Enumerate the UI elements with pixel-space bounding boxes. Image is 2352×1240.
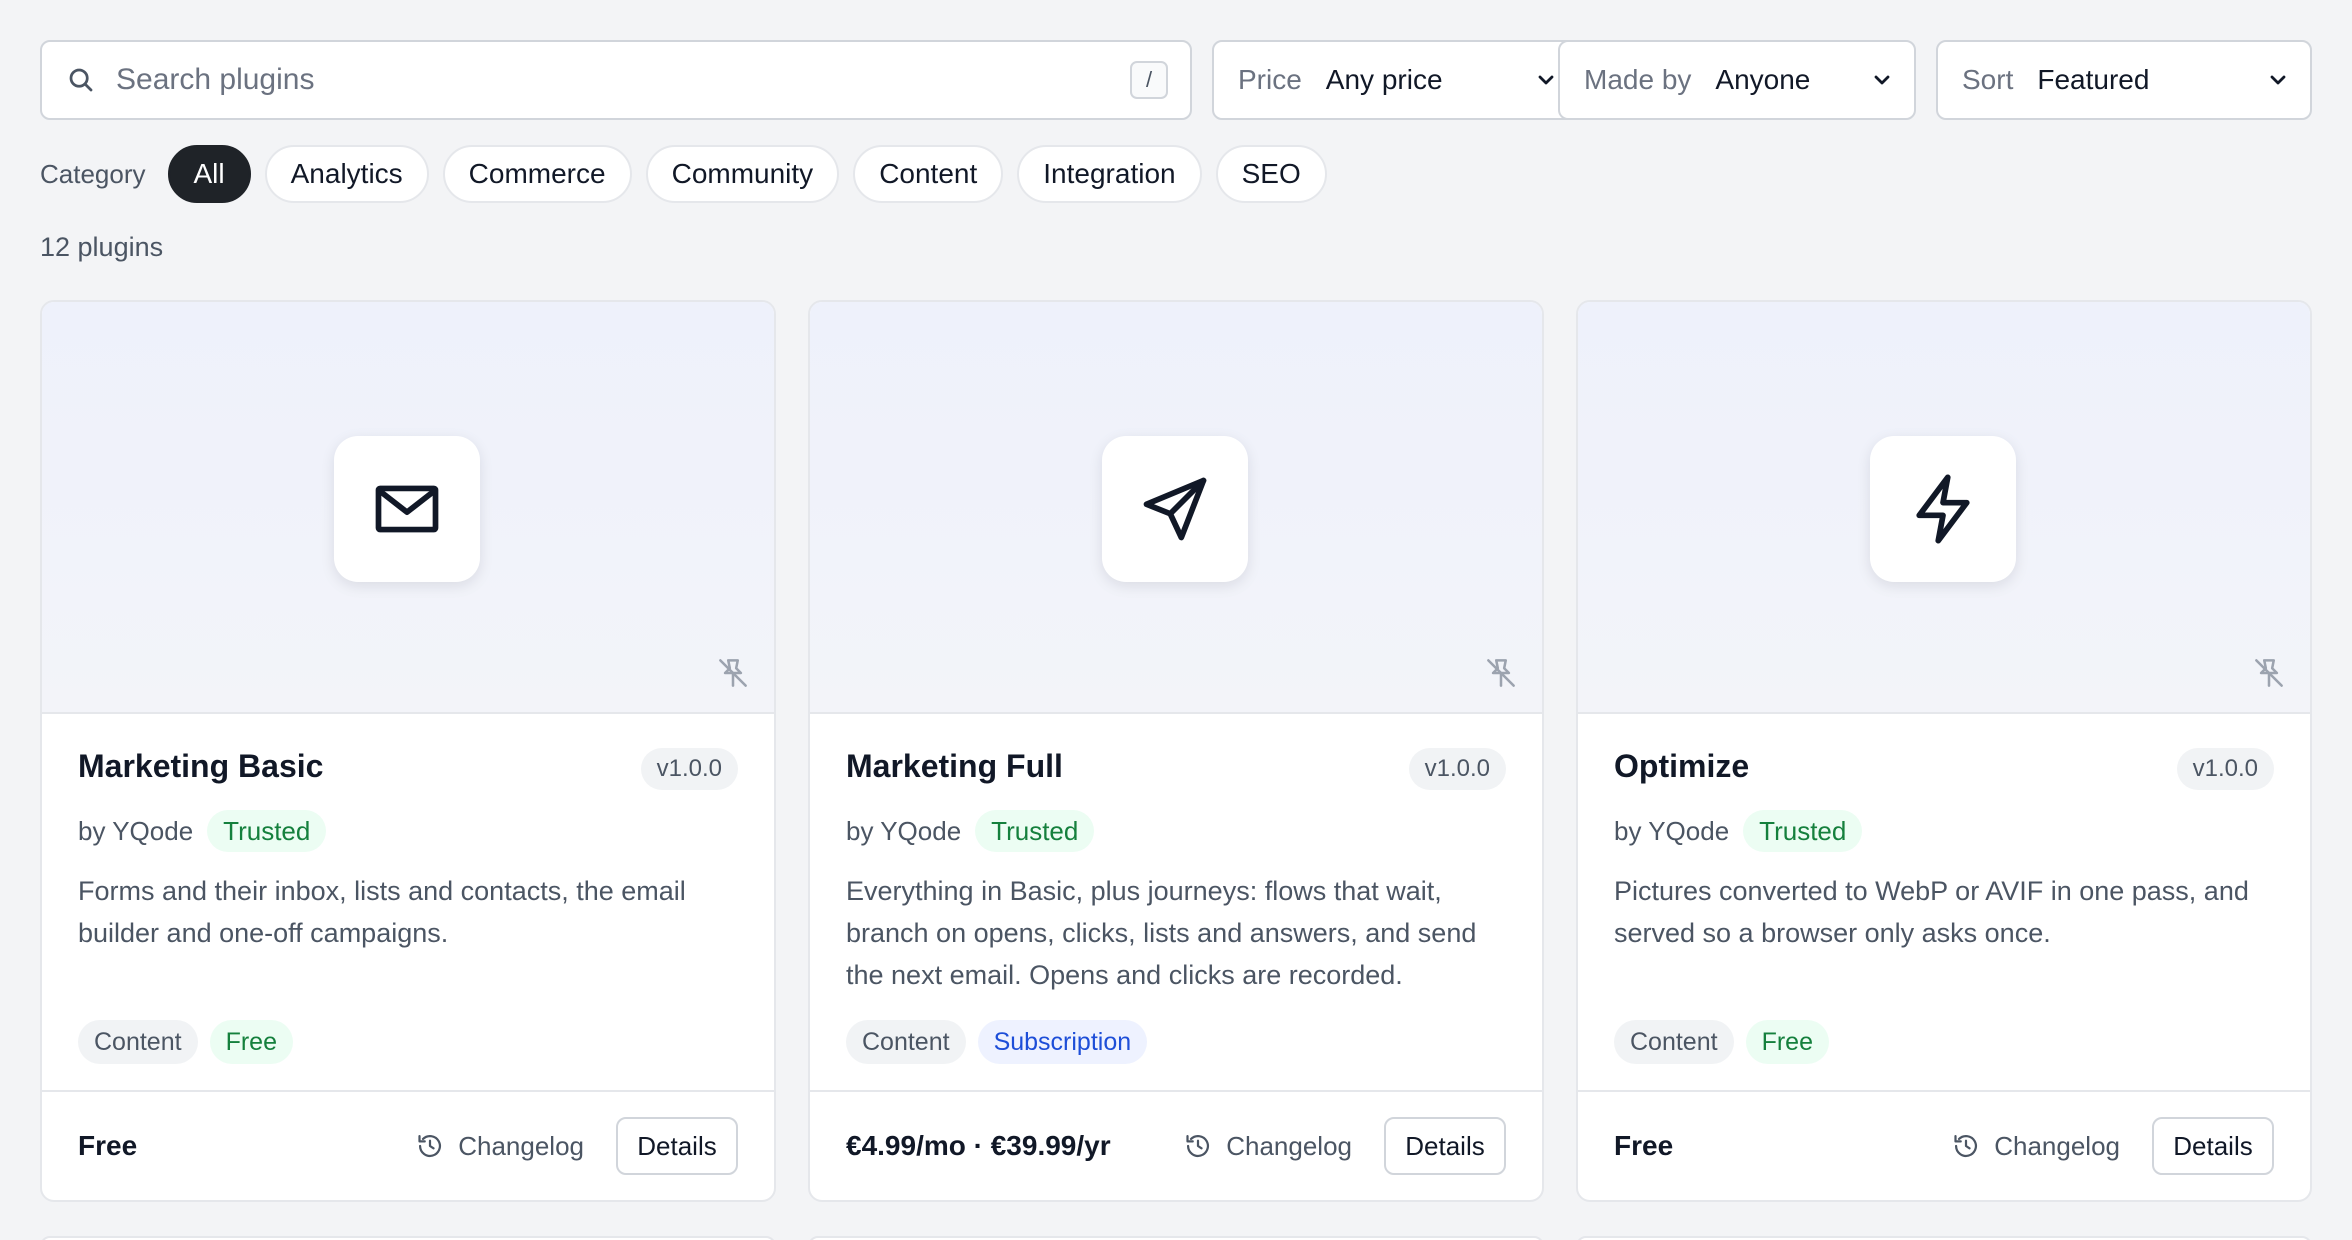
plugin-description: Forms and their inbox, lists and contact…: [78, 876, 686, 948]
details-button[interactable]: Details: [1384, 1117, 1506, 1175]
plugin-card: Marketing Full v1.0.0 by YQode Trusted E…: [808, 300, 1544, 1202]
plugin-marketplace: / Price Any price Made by Anyone Sort Fe…: [0, 0, 2352, 1240]
history-icon: [1952, 1132, 1980, 1160]
plugin-description: Everything in Basic, plus journeys: flow…: [846, 876, 1477, 990]
category-chip-analytics[interactable]: Analytics: [264, 145, 429, 203]
tag-category: Content: [78, 1020, 198, 1064]
plugin-card-hero: [1578, 302, 2310, 714]
changelog-label: Changelog: [1994, 1130, 2120, 1161]
plugin-title: Optimize: [1614, 748, 1750, 784]
plugin-count: 12 plugins: [40, 232, 164, 262]
chevron-down-icon: [1870, 68, 1894, 92]
changelog-link[interactable]: Changelog: [1184, 1092, 1352, 1200]
trusted-badge: Trusted: [207, 810, 327, 852]
plugin-icon-tile: [334, 436, 480, 582]
history-icon: [1184, 1132, 1212, 1160]
changelog-label: Changelog: [1226, 1130, 1352, 1161]
category-chip-integration[interactable]: Integration: [1017, 145, 1202, 203]
category-chip-seo[interactable]: SEO: [1215, 145, 1327, 203]
plugin-grid: Marketing Basic v1.0.0 by YQode Trusted …: [40, 300, 2312, 1202]
plugin-title: Marketing Full: [846, 748, 1063, 784]
plugin-tags: Content Subscription: [846, 1020, 1159, 1064]
history-icon: [416, 1132, 444, 1160]
lightning-icon: [1916, 474, 1970, 544]
plugin-card-footer: Free Changelog Details: [1578, 1090, 2310, 1200]
made-by-filter-select[interactable]: Made by Anyone: [1558, 40, 1916, 120]
changelog-label: Changelog: [458, 1130, 584, 1161]
sort-label: Sort: [1962, 64, 2014, 95]
plugin-author-row: by YQode Trusted: [1614, 810, 1863, 852]
tag-pricing: Free: [209, 1020, 293, 1064]
plugin-price: €4.99/mo · €39.99/yr: [846, 1130, 1111, 1161]
plugin-card-footer: Free Changelog Details: [42, 1090, 774, 1200]
version-badge: v1.0.0: [640, 748, 738, 790]
search-input[interactable]: [116, 63, 1130, 97]
plugin-card-next-row: [1576, 1236, 2312, 1240]
category-chip-all[interactable]: All: [167, 145, 251, 203]
category-chip-commerce[interactable]: Commerce: [442, 145, 632, 203]
pin-off-icon[interactable]: [1482, 654, 1520, 692]
plugin-card-footer: €4.99/mo · €39.99/yr Changelog Details: [810, 1090, 1542, 1200]
plugin-author: by YQode: [78, 815, 194, 846]
plugin-author-row: by YQode Trusted: [846, 810, 1095, 852]
sort-value: Featured: [2037, 64, 2150, 95]
plugin-description: Pictures converted to WebP or AVIF in on…: [1614, 876, 2249, 948]
send-icon: [1143, 477, 1207, 541]
category-chip-community[interactable]: Community: [645, 145, 840, 203]
plugin-price: Free: [78, 1130, 138, 1161]
plugin-card-next-row: [40, 1236, 776, 1240]
plugin-price: Free: [1614, 1130, 1674, 1161]
plugin-card-hero: [810, 302, 1542, 714]
filter-toolbar: / Price Any price Made by Anyone Sort Fe…: [40, 40, 2312, 120]
made-by-filter-value: Anyone: [1715, 64, 1811, 95]
category-chip-content[interactable]: Content: [853, 145, 1004, 203]
tag-category: Content: [1614, 1020, 1734, 1064]
plugin-icon-tile: [1870, 436, 2016, 582]
trusted-badge: Trusted: [1743, 810, 1863, 852]
changelog-link[interactable]: Changelog: [416, 1092, 584, 1200]
pin-off-icon[interactable]: [2250, 654, 2288, 692]
version-badge: v1.0.0: [1408, 748, 1506, 790]
tag-category: Content: [846, 1020, 966, 1064]
plugin-card: Marketing Basic v1.0.0 by YQode Trusted …: [40, 300, 776, 1202]
sort-select[interactable]: Sort Featured: [1936, 40, 2312, 120]
plugin-author: by YQode: [1614, 815, 1730, 846]
plugin-author: by YQode: [846, 815, 962, 846]
price-filter-label: Price: [1238, 64, 1302, 95]
category-filter: Category All Analytics Commerce Communit…: [40, 144, 1341, 204]
plugin-icon-tile: [1102, 436, 1248, 582]
search-icon: [66, 65, 96, 95]
made-by-filter-label: Made by: [1584, 64, 1692, 95]
search-shortcut-key: /: [1130, 61, 1168, 99]
version-badge: v1.0.0: [2176, 748, 2274, 790]
changelog-link[interactable]: Changelog: [1952, 1092, 2120, 1200]
plugin-author-row: by YQode Trusted: [78, 810, 327, 852]
plugin-title: Marketing Basic: [78, 748, 324, 784]
trusted-badge: Trusted: [975, 810, 1095, 852]
pin-off-icon[interactable]: [714, 654, 752, 692]
plugin-card: Optimize v1.0.0 by YQode Trusted Picture…: [1576, 300, 2312, 1202]
details-button[interactable]: Details: [2152, 1117, 2274, 1175]
tag-pricing: Free: [1745, 1020, 1829, 1064]
tag-pricing: Subscription: [977, 1020, 1148, 1064]
chevron-down-icon: [1534, 68, 1558, 92]
mail-icon: [375, 485, 439, 533]
details-button[interactable]: Details: [616, 1117, 738, 1175]
search-box[interactable]: /: [40, 40, 1192, 120]
price-filter-value: Any price: [1325, 64, 1443, 95]
plugin-tags: Content Free: [78, 1020, 305, 1064]
plugin-card-hero: [42, 302, 774, 714]
chevron-down-icon: [2266, 68, 2290, 92]
plugin-tags: Content Free: [1614, 1020, 1841, 1064]
plugin-card-next-row: [808, 1236, 1544, 1240]
category-label: Category: [40, 158, 146, 189]
price-filter-select[interactable]: Price Any price: [1212, 40, 1580, 120]
